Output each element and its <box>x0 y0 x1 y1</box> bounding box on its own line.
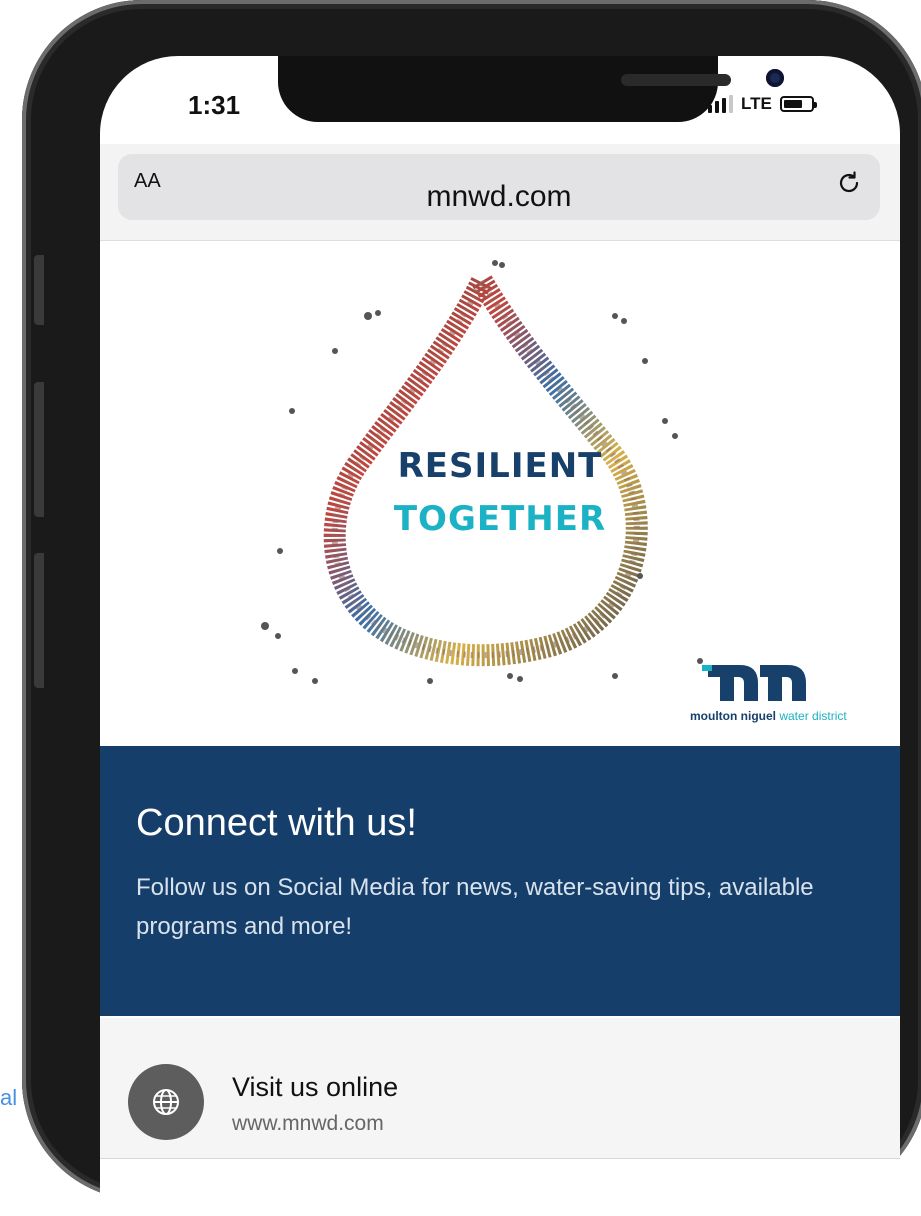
link-visit-online[interactable]: Visit us online www.mnwd.com <box>100 1018 900 1159</box>
hero-banner[interactable]: RESILIENT TOGETHER moulton niguel water … <box>100 241 900 746</box>
signal-icon <box>708 95 733 113</box>
battery-icon <box>779 96 817 112</box>
district-logo-mark <box>702 665 806 701</box>
district-logo-text: moulton niguel water district <box>690 709 847 723</box>
earpiece <box>621 74 731 86</box>
link-subtitle: www.mnwd.com <box>232 1112 384 1135</box>
url-text[interactable]: mnwd.com <box>118 180 880 214</box>
notch <box>278 56 784 122</box>
connect-description: Follow us on Social Media for news, wate… <box>136 874 814 940</box>
status-indicators: LTE <box>708 94 817 114</box>
network-label: LTE <box>741 94 772 113</box>
stray-edge-text: al <box>0 1085 18 1110</box>
status-time: 1:31 <box>188 90 241 120</box>
link-title: Visit us online <box>232 1072 399 1102</box>
reload-icon[interactable] <box>836 170 862 196</box>
connect-title: Connect with us! <box>136 802 417 844</box>
connect-panel: Connect with us! Follow us on Social Med… <box>100 746 900 1016</box>
url-field[interactable]: AA mnwd.com <box>118 154 880 220</box>
phone-frame: 1:31 LTE AA mnwd.com RESILIENT TOGETHER … <box>22 0 921 1216</box>
volume-up-button <box>34 382 44 517</box>
globe-icon <box>153 1089 179 1115</box>
phone-screen: 1:31 LTE AA mnwd.com RESILIENT TOGETHER … <box>100 56 900 1216</box>
volume-down-button <box>34 553 44 688</box>
hero-headline-line2: TOGETHER <box>393 499 607 539</box>
mute-switch <box>34 255 44 325</box>
browser-address-bar: AA mnwd.com <box>100 144 900 241</box>
hero-headline-line1: RESILIENT <box>397 446 603 486</box>
front-camera <box>766 69 784 87</box>
globe-icon-badge <box>128 1064 204 1140</box>
